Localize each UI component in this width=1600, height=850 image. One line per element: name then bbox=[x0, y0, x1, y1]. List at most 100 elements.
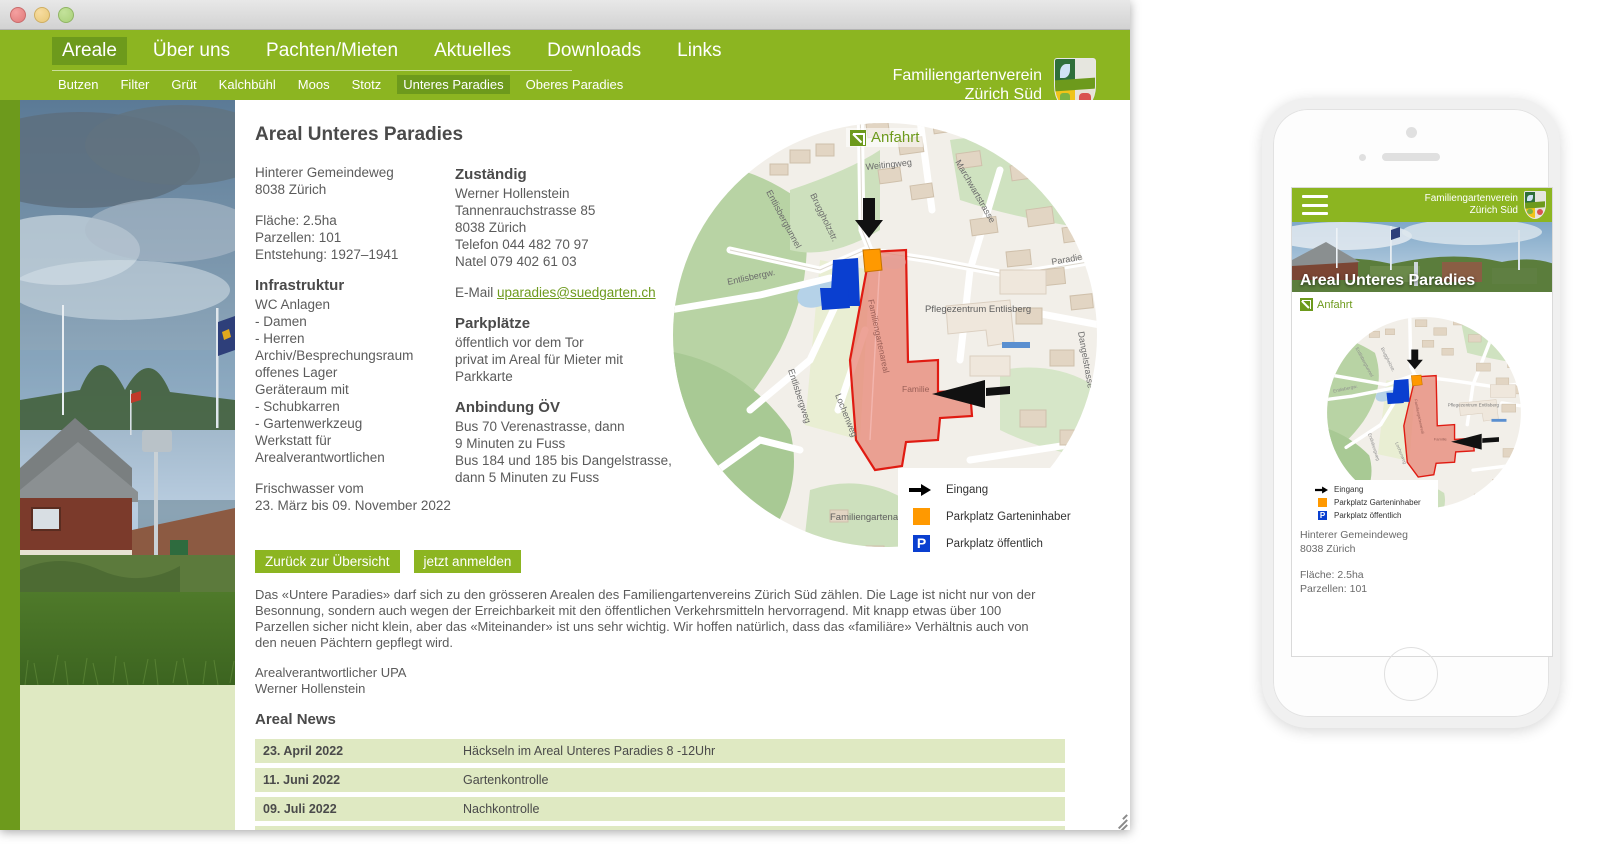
page-body: Areal Unteres Paradies Hinterer Gemeinde… bbox=[0, 100, 1130, 830]
phone-legend-label-eingang: Eingang bbox=[1334, 485, 1364, 494]
screenshot-root: Areale Über uns Pachten/Mieten Aktuelles… bbox=[0, 0, 1600, 850]
subnav-stotz[interactable]: Stotz bbox=[346, 75, 388, 94]
table-row[interactable]: 01. Oktober 2022 Häckseln im Areal Unter… bbox=[255, 826, 1065, 830]
responsible-role: Arealverantwortlicher UPA bbox=[255, 665, 407, 680]
left-green-rail bbox=[0, 100, 20, 830]
svg-text:Paradiesstr.: Paradiesstr. bbox=[1518, 373, 1543, 382]
email-block: E-Mail uparadies@suedgarten.ch bbox=[455, 284, 675, 301]
address-block: Hinterer Gemeindeweg 8038 Zürich bbox=[255, 164, 455, 198]
zust-0: Werner Hollenstein bbox=[455, 186, 570, 201]
sensor-icon bbox=[1359, 154, 1366, 161]
earpiece-speaker bbox=[1382, 153, 1440, 161]
phone-legend-label-garteninhaber: Parkplatz Garteninhaber bbox=[1334, 498, 1421, 507]
zustaendig-block: Werner Hollenstein Tannenrauchstrasse 85… bbox=[455, 185, 675, 270]
legend-label-eingang: Eingang bbox=[946, 483, 989, 496]
phone-legend-label-oeffentlich: Parkplatz öffentlich bbox=[1334, 511, 1402, 520]
nav-aktuelles[interactable]: Aktuelles bbox=[424, 37, 521, 65]
areal-news-table: 23. April 2022 Häckseln im Areal Unteres… bbox=[255, 734, 1065, 830]
subnav-butzen[interactable]: Butzen bbox=[52, 75, 104, 94]
park-0: öffentlich vor dem Tor bbox=[455, 335, 584, 350]
hamburger-menu-icon[interactable] bbox=[1302, 195, 1328, 215]
phone-crest-logo-icon[interactable] bbox=[1524, 191, 1546, 219]
legend-item-eingang: Eingang bbox=[908, 476, 1095, 503]
infra-5: Geräteraum mit bbox=[255, 382, 349, 397]
location-map[interactable]: Weitingweg Marchwartstrasse Entlisbergtu… bbox=[670, 110, 1103, 570]
news-event: Häckseln im Areal Unteres Paradies 8 -12… bbox=[455, 739, 1065, 763]
infra-1: - Damen bbox=[255, 314, 307, 329]
zust-1: Tannenrauchstrasse 85 bbox=[455, 203, 596, 218]
signup-now-button[interactable]: jetzt anmelden bbox=[413, 550, 522, 573]
infrastruktur-list: WC Anlagen - Damen - Herren Archiv/Bespr… bbox=[255, 296, 455, 466]
nav-downloads[interactable]: Downloads bbox=[537, 37, 651, 65]
table-row[interactable]: 09. Juli 2022 Nachkontrolle bbox=[255, 797, 1065, 821]
table-row[interactable]: 11. Juni 2022 Gartenkontrolle bbox=[255, 768, 1065, 792]
nav-ueber-uns[interactable]: Über uns bbox=[143, 37, 240, 65]
phone-home-button[interactable] bbox=[1384, 647, 1438, 701]
subnav-oberes-paradies[interactable]: Oberes Paradies bbox=[520, 75, 630, 94]
parking-p-icon: P bbox=[913, 535, 930, 552]
subnav-gruet[interactable]: Grüt bbox=[165, 75, 202, 94]
zoom-button[interactable] bbox=[58, 6, 74, 23]
news-event: Nachkontrolle bbox=[455, 797, 1065, 821]
infrastruktur-heading: Infrastruktur bbox=[255, 277, 345, 294]
infra-7: - Gartenwerkzeug bbox=[255, 416, 363, 431]
parking-p-icon: P bbox=[1318, 511, 1327, 520]
subnav-unteres-paradies[interactable]: Unteres Paradies bbox=[397, 75, 510, 94]
nav-areale[interactable]: Areale bbox=[52, 37, 127, 65]
legend-item-parkplatz-garteninhaber: Parkplatz Garteninhaber bbox=[908, 503, 1095, 530]
ov-block: Bus 70 Verenastrasse, dann 9 Minuten zu … bbox=[455, 418, 675, 486]
phone-anfahrt-label: Anfahrt bbox=[1317, 298, 1353, 311]
phone-photo-title: Areal Unteres Paradies bbox=[1300, 272, 1476, 289]
phone-fact-parzellen: Parzellen: 101 bbox=[1300, 583, 1368, 595]
site-header: Areale Über uns Pachten/Mieten Aktuelles… bbox=[0, 30, 1130, 112]
orange-square-icon bbox=[1318, 498, 1327, 507]
phone-mockup: Familiengartenverein Zürich Süd Areal Un… bbox=[1262, 98, 1560, 728]
page-viewport: Areale Über uns Pachten/Mieten Aktuelles… bbox=[0, 30, 1130, 830]
phone-legend-item-oeffentlich: P Parkplatz öffentlich bbox=[1315, 509, 1433, 522]
map-legend: Eingang Parkplatz Garteninhaber P Parkpl… bbox=[898, 468, 1103, 565]
infra-4: offenes Lager bbox=[255, 365, 338, 380]
anfahrt-link[interactable]: Anfahrt bbox=[846, 128, 924, 147]
wasser-line-2: 23. März bis 09. November 2022 bbox=[255, 498, 451, 513]
infra-0: WC Anlagen bbox=[255, 297, 331, 312]
left-photo-column bbox=[20, 100, 235, 830]
phone-brand-line-1: Familiengartenverein bbox=[1424, 193, 1518, 204]
description-block: Das «Untere Paradies» darf sich zu den g… bbox=[255, 587, 1045, 697]
black-arrow-icon bbox=[1315, 485, 1328, 494]
nav-pachten-mieten[interactable]: Pachten/Mieten bbox=[256, 37, 408, 65]
subnav-filter[interactable]: Filter bbox=[114, 75, 155, 94]
fact-flaeche: Fläche: 2.5ha bbox=[255, 213, 337, 228]
ov-0: Bus 70 Verenastrasse, dann bbox=[455, 419, 625, 434]
news-date: 11. Juni 2022 bbox=[255, 768, 455, 792]
anfahrt-label: Anfahrt bbox=[871, 129, 920, 146]
back-to-overview-button[interactable]: Zurück zur Übersicht bbox=[255, 550, 400, 573]
external-link-icon bbox=[1300, 298, 1313, 311]
table-row[interactable]: 23. April 2022 Häckseln im Areal Unteres… bbox=[255, 739, 1065, 763]
close-button[interactable] bbox=[10, 6, 26, 23]
facts-block: Fläche: 2.5ha Parzellen: 101 Entstehung:… bbox=[255, 212, 455, 263]
phone-address-line-2: 8038 Zürich bbox=[1300, 543, 1356, 555]
phone-fact-flaeche: Fläche: 2.5ha bbox=[1300, 569, 1364, 581]
sub-navigation: Butzen Filter Grüt Kalchbühl Moos Stotz … bbox=[52, 75, 639, 94]
legend-label-parkplatz-oeffentlich: Parkplatz öffentlich bbox=[946, 537, 1043, 550]
info-column-left: Hinterer Gemeindeweg 8038 Zürich Fläche:… bbox=[255, 164, 455, 528]
phone-header: Familiengartenverein Zürich Süd bbox=[1292, 188, 1552, 222]
window-resize-grip[interactable] bbox=[1106, 806, 1128, 830]
infra-8: Werkstatt für Arealverantwortlichen bbox=[255, 433, 385, 465]
minimize-button[interactable] bbox=[34, 6, 50, 23]
park-2: Parkkarte bbox=[455, 369, 513, 384]
responsible-name: Werner Hollenstein bbox=[255, 681, 366, 696]
phone-location-map[interactable]: Entlisbergtunnel Bruggholzstr. Entlisber… bbox=[1300, 313, 1548, 525]
legend-label-parkplatz-garteninhaber: Parkplatz Garteninhaber bbox=[946, 510, 1071, 523]
email-link[interactable]: uparadies@suedgarten.ch bbox=[497, 285, 656, 300]
subnav-kalchbuehl[interactable]: Kalchbühl bbox=[213, 75, 282, 94]
phone-brand: Familiengartenverein Zürich Süd bbox=[1425, 191, 1546, 219]
phone-legend-item-eingang: Eingang bbox=[1315, 483, 1433, 496]
phone-anfahrt-link[interactable]: Anfahrt bbox=[1300, 298, 1544, 311]
nav-links[interactable]: Links bbox=[667, 37, 731, 65]
zustaendig-heading: Zuständig bbox=[455, 166, 527, 183]
phone-map-legend: Eingang Parkplatz Garteninhaber P Parkpl… bbox=[1310, 480, 1438, 525]
subnav-moos[interactable]: Moos bbox=[292, 75, 336, 94]
main-navigation: Areale Über uns Pachten/Mieten Aktuelles… bbox=[52, 37, 748, 65]
fact-entstehung: Entstehung: 1927–1941 bbox=[255, 247, 399, 262]
